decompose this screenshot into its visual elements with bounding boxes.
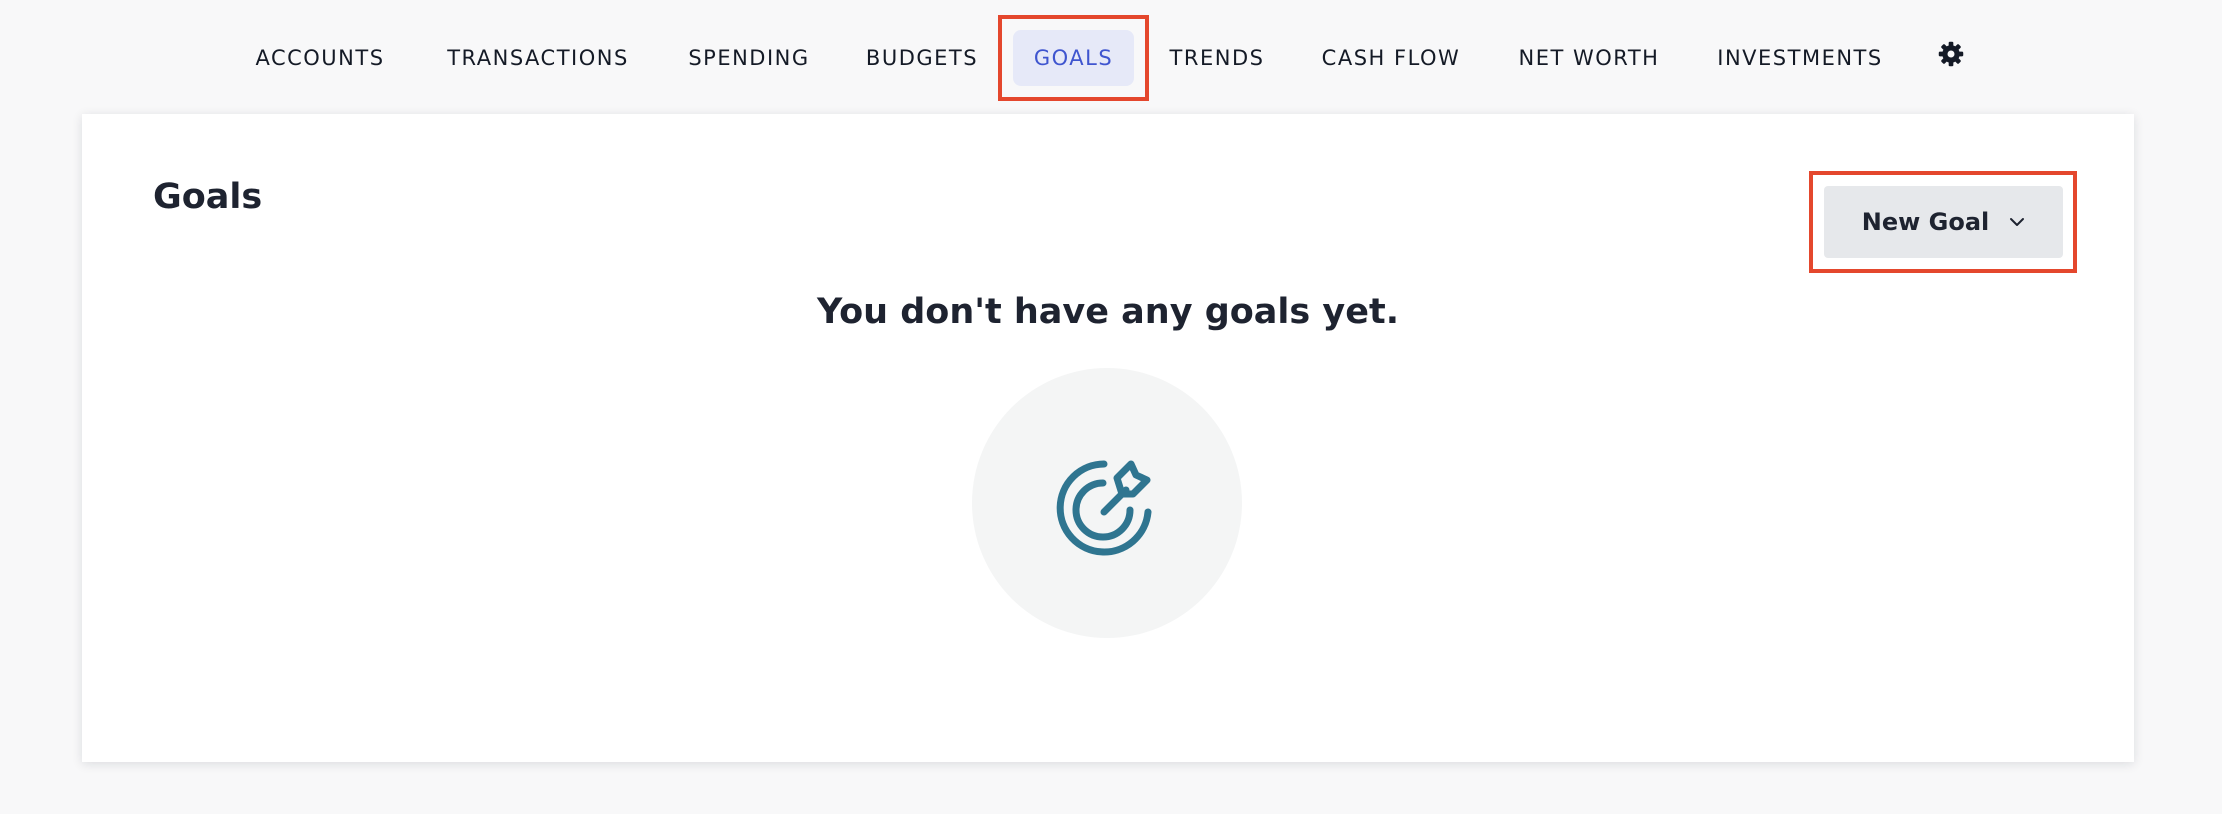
new-goal-label: New Goal <box>1861 208 1990 236</box>
empty-state-message: You don't have any goals yet. <box>816 292 1400 332</box>
nav-tab-transactions[interactable]: TRANSACTIONS <box>430 30 646 86</box>
nav-tab-budgets[interactable]: BUDGETS <box>852 30 992 86</box>
top-navigation: ACCOUNTS TRANSACTIONS SPENDING BUDGETS G… <box>0 0 2222 112</box>
target-arrow-icon <box>1056 460 1152 556</box>
nav-tab-net-worth[interactable]: NET WORTH <box>1508 30 1670 86</box>
empty-state-illustration <box>972 368 1242 638</box>
new-goal-button[interactable]: New Goal <box>1824 186 2063 258</box>
nav-tab-spending[interactable]: SPENDING <box>676 30 822 86</box>
goals-panel: Goals New Goal You don't have any goals … <box>82 114 2134 762</box>
page-title: Goals <box>153 177 263 217</box>
nav-tab-cash-flow[interactable]: CASH FLOW <box>1306 30 1476 86</box>
nav-tab-accounts[interactable]: ACCOUNTS <box>240 30 400 86</box>
chevron-down-icon <box>2010 218 2025 226</box>
nav-tab-investments[interactable]: INVESTMENTS <box>1704 30 1896 86</box>
gear-icon[interactable] <box>1937 40 1965 68</box>
nav-tab-trends[interactable]: TRENDS <box>1160 30 1274 86</box>
nav-tab-goals[interactable]: GOALS <box>1013 30 1134 86</box>
